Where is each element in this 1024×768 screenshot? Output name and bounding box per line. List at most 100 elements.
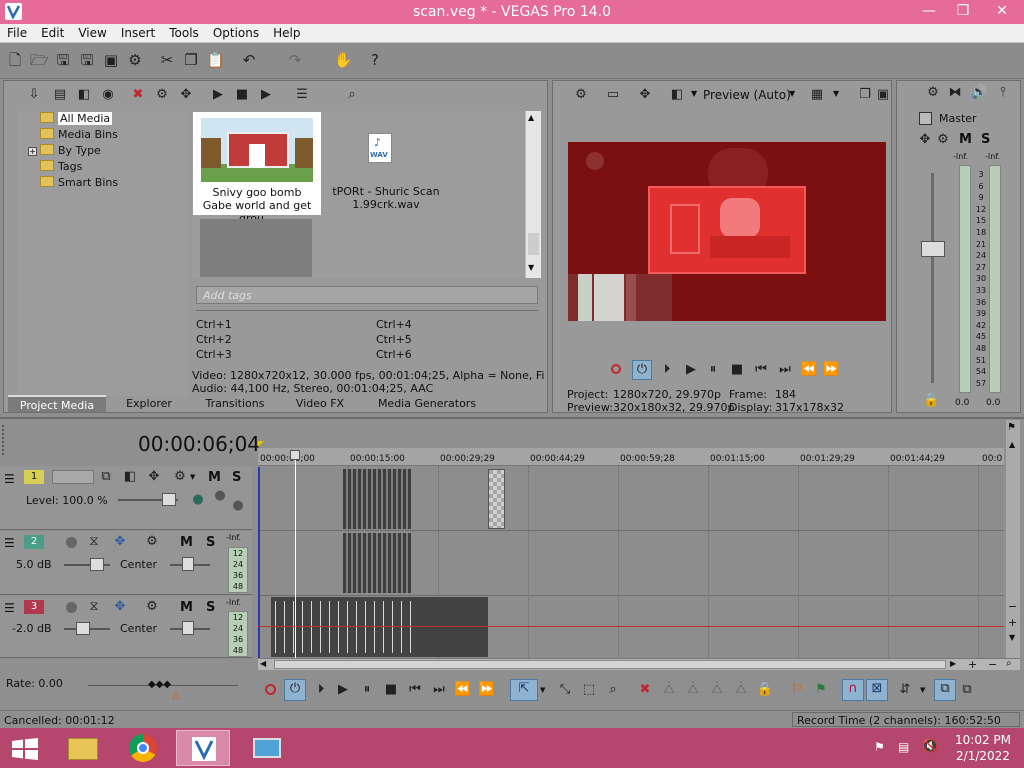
taskbar-file-explorer[interactable] — [56, 730, 110, 766]
audio-event-cluster[interactable] — [343, 533, 411, 593]
mixer-icon[interactable]: ⫯ — [995, 85, 1011, 101]
close-button[interactable]: ✕ — [982, 0, 1022, 22]
master-checkbox[interactable] — [919, 112, 932, 125]
split-icon[interactable]: ⧊ — [732, 681, 750, 699]
taskbar-vegas-pro[interactable] — [176, 730, 230, 766]
downmix-icon[interactable]: ⧓ — [947, 85, 963, 101]
menu-edit[interactable]: Edit — [34, 24, 71, 40]
zoom-icon[interactable]: ⌕ — [1006, 658, 1012, 669]
level-slider-handle[interactable] — [162, 493, 176, 506]
track-collapse-icon[interactable]: ☰ — [4, 536, 15, 550]
play-from-start-icon[interactable]: ⏵ — [659, 362, 675, 378]
stop-icon[interactable]: ■ — [234, 87, 250, 103]
menu-tools[interactable]: Tools — [162, 24, 206, 40]
split-screen-icon[interactable]: ✥ — [637, 87, 653, 103]
lock-envelopes-icon[interactable]: ⧉ — [934, 679, 956, 701]
pan-icon[interactable]: ✥ — [917, 132, 933, 148]
snapping-icon[interactable]: ∩ — [842, 679, 864, 701]
lock-icon[interactable]: 🔒 — [923, 393, 939, 409]
track-collapse-icon[interactable]: ☰ — [4, 601, 15, 615]
settings-icon[interactable]: ⚙ — [925, 85, 941, 101]
media-item-blank[interactable] — [200, 219, 312, 277]
save-icon[interactable]: 🖫 — [54, 51, 72, 69]
go-to-start-icon[interactable]: ⏮ — [753, 362, 769, 378]
redo-icon[interactable]: ↷ — [286, 51, 304, 69]
trim-icon[interactable]: ⧊ — [660, 681, 678, 699]
track-fx-icon[interactable]: ⚙ — [144, 599, 160, 615]
master-solo-button[interactable]: S — [981, 132, 990, 147]
track-mute-button[interactable]: M — [180, 535, 193, 550]
child-composite-icon[interactable]: ● — [230, 498, 246, 514]
track-mute-button[interactable]: M — [208, 470, 221, 485]
media-item-audio[interactable]: tPORt - Shuric Scan 1.99crk.wav — [326, 185, 446, 211]
tab-explorer[interactable]: Explorer — [108, 395, 190, 412]
minimize-button[interactable]: — — [912, 0, 946, 22]
volume-slider-handle[interactable] — [76, 622, 90, 635]
undo-icon[interactable]: ↶ — [240, 51, 258, 69]
volume-icon[interactable]: 🔇 — [922, 739, 938, 754]
go-to-start-icon[interactable]: ⏮ — [406, 681, 424, 699]
taskbar-chrome[interactable] — [116, 730, 170, 766]
timeline-vertical-scroll[interactable]: ⚑ ▲ − + ▼ — [1006, 420, 1020, 660]
import-media-icon[interactable]: ⇩ — [26, 87, 42, 103]
copy-icon[interactable]: ❐ — [182, 51, 200, 69]
invert-phase-icon[interactable]: ⧖ — [86, 534, 102, 550]
menu-insert[interactable]: Insert — [114, 24, 162, 40]
action-center-icon[interactable]: ⚑ — [874, 740, 885, 754]
trim-end-icon[interactable]: ⧊ — [708, 681, 726, 699]
video-event-cluster[interactable] — [343, 469, 411, 529]
menu-view[interactable]: View — [71, 24, 113, 40]
media-item-video[interactable]: Snivy goo bomb Gabe world and get grou… — [193, 112, 321, 225]
parent-composite-icon[interactable]: ● — [212, 488, 228, 504]
event-pan-crop-icon[interactable]: ◧ — [122, 469, 138, 485]
video-event-transparent[interactable] — [488, 469, 505, 529]
go-to-end-icon[interactable]: ⏭ — [777, 362, 793, 378]
arm-record-icon[interactable] — [66, 537, 77, 548]
track-mute-button[interactable]: M — [180, 600, 193, 615]
track-name-field[interactable] — [52, 470, 94, 484]
pause-icon[interactable]: ⏸ — [358, 681, 376, 699]
track-motion-icon[interactable]: ⧉ — [98, 469, 114, 485]
envelope-tool-icon[interactable]: ⤡ — [556, 681, 574, 699]
arm-record-icon[interactable] — [66, 602, 77, 613]
media-fx-icon[interactable]: ⚙ — [154, 87, 170, 103]
track-fx-icon[interactable]: ⚙ — [172, 469, 188, 485]
expand-icon[interactable]: + — [28, 147, 37, 156]
ignore-grouping-icon[interactable]: ⧉ — [958, 681, 976, 699]
windows-start-icon[interactable] — [12, 738, 38, 760]
pause-icon[interactable]: ⏸ — [705, 362, 721, 378]
remove-unused-icon[interactable]: ✖ — [130, 87, 146, 103]
render-icon[interactable]: ▣ — [102, 51, 120, 69]
selection-tool-icon[interactable]: ⬚ — [580, 681, 598, 699]
network-icon[interactable]: ▤ — [898, 740, 909, 754]
stop-icon[interactable]: ■ — [382, 681, 400, 699]
delete-icon[interactable]: ✖ — [636, 681, 654, 699]
timeline-timecode[interactable]: 00:00:06;04 — [138, 432, 260, 456]
search-icon[interactable]: ⌕ — [344, 87, 360, 103]
enable-snapping-icon[interactable]: ✋ — [334, 51, 353, 69]
play-icon[interactable]: ▶ — [334, 681, 352, 699]
compositing-icon[interactable]: ✥ — [146, 469, 162, 485]
overlay-icon[interactable]: ◧ — [669, 87, 685, 103]
preview-quality-dropdown[interactable]: Preview (Auto) — [703, 88, 791, 102]
ripple-edit-icon[interactable]: ⇵ — [896, 681, 914, 699]
taskbar-time[interactable]: 10:02 PM — [950, 733, 1016, 747]
views-icon[interactable]: ☰ — [294, 87, 310, 103]
volume-envelope[interactable] — [258, 626, 1004, 627]
composite-mode-icon[interactable]: ● — [190, 492, 206, 508]
track-collapse-icon[interactable]: ☰ — [4, 472, 15, 486]
auto-preview-icon[interactable]: ▶ — [258, 87, 274, 103]
tree-item-smart-bins[interactable]: Smart Bins — [40, 175, 118, 191]
track-pan-icon[interactable]: ✥ — [112, 599, 128, 615]
record-icon[interactable] — [265, 684, 276, 695]
chevron-down-icon[interactable]: ▼ — [691, 89, 697, 98]
tree-item-by-type[interactable]: By Type — [40, 143, 101, 159]
audio-event-waveform[interactable] — [271, 597, 488, 657]
cut-icon[interactable]: ✂ — [158, 51, 176, 69]
settings-icon[interactable]: ⚙ — [573, 87, 589, 103]
loop-icon[interactable]: ⏻ — [632, 360, 652, 380]
move-icon[interactable]: ✥ — [178, 87, 194, 103]
copy-snapshot-icon[interactable]: ❐ — [857, 87, 873, 103]
paste-icon[interactable]: 📋 — [206, 51, 225, 69]
chevron-down-icon[interactable]: ▼ — [540, 686, 545, 694]
